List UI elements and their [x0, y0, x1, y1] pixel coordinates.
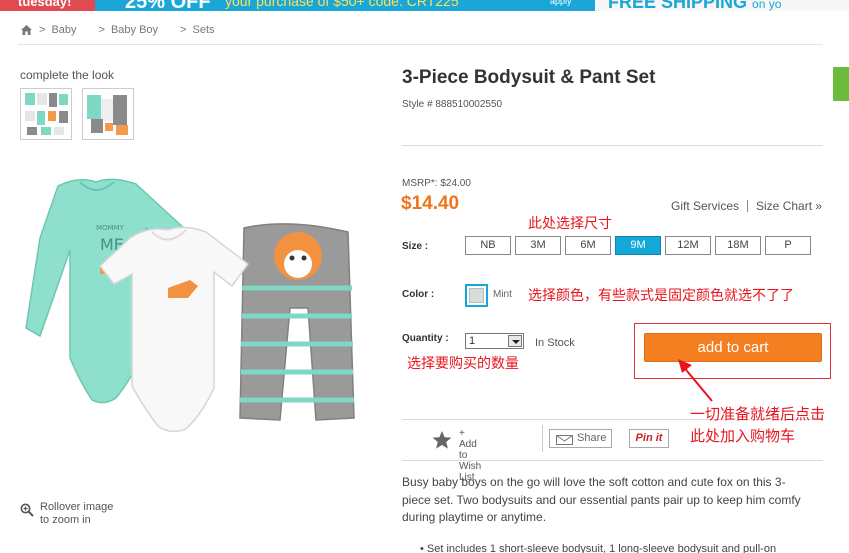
product-feature-bullet: • Set includes 1 short-sleeve bodysuit, …	[420, 543, 777, 553]
zoom-hint-text: Rollover image to zoom in	[40, 501, 113, 527]
divider	[542, 425, 543, 452]
size-selector: NB 3M 6M 9M 12M 18M P	[465, 236, 815, 255]
size-option-9m[interactable]: 9M	[615, 236, 661, 255]
pinterest-button[interactable]: Pin it	[629, 429, 669, 448]
size-label: Size :	[402, 241, 429, 252]
promo-offer-text: your purchase of $50+ code: CRT225	[225, 0, 459, 9]
look-thumbnail-1[interactable]	[20, 88, 72, 140]
breadcrumb-separator: >	[180, 24, 187, 36]
divider	[402, 145, 823, 146]
breadcrumb-sets[interactable]: Sets	[192, 24, 214, 36]
breadcrumb-separator: >	[39, 24, 46, 36]
home-icon[interactable]	[20, 24, 33, 36]
share-button[interactable]: Share	[549, 429, 612, 448]
product-description: Busy baby boys on the go will love the s…	[402, 475, 801, 524]
look-thumbnail-2[interactable]	[82, 88, 134, 140]
size-option-12m[interactable]: 12M	[665, 236, 711, 255]
complete-the-look-label: complete the look	[20, 68, 115, 82]
swatch-fill	[469, 288, 484, 303]
quantity-value: 1	[469, 335, 476, 347]
annotation-size: 此处选择尺寸	[528, 216, 612, 232]
promo-apply-link[interactable]: apply	[550, 0, 572, 6]
divider	[18, 44, 823, 45]
color-swatch-mint[interactable]	[465, 284, 488, 307]
gift-size-links: Gift Services Size Chart »	[671, 199, 822, 213]
free-shipping-suffix: on yo	[752, 0, 782, 11]
gift-services-link[interactable]: Gift Services	[671, 199, 739, 213]
style-number: Style # 888510002550	[402, 99, 503, 110]
zoom-hint-line1: Rollover image	[40, 501, 114, 513]
product-title: 3-Piece Bodysuit & Pant Set	[402, 67, 656, 88]
envelope-icon	[556, 434, 573, 445]
sale-price: $14.40	[401, 193, 460, 214]
share-label: Share	[577, 432, 607, 444]
size-option-nb[interactable]: NB	[465, 236, 511, 255]
color-label: Color :	[402, 289, 435, 300]
breadcrumb: > Baby > Baby Boy > Sets	[20, 22, 231, 38]
divider	[402, 460, 823, 461]
promo-day-badge: tuesday!	[0, 0, 95, 11]
breadcrumb-separator: >	[98, 24, 105, 36]
quantity-label: Quantity :	[402, 333, 449, 344]
link-separator	[747, 200, 749, 212]
promo-banner[interactable]: tuesday! 25% OFF your purchase of $50+ c…	[0, 0, 849, 11]
annotation-arrow-icon	[678, 359, 713, 402]
feedback-tab[interactable]	[833, 67, 849, 101]
promo-offer: 25% OFF your purchase of $50+ code: CRT2…	[95, 0, 595, 11]
promo-percent: 25% OFF	[125, 0, 211, 11]
color-name: Mint	[493, 289, 512, 300]
quantity-select[interactable]: 1	[465, 333, 524, 349]
chevron-down-icon[interactable]	[508, 335, 522, 347]
promo-free-shipping: FREE SHIPPING on yo	[608, 0, 781, 11]
svg-text:MOMMY: MOMMY	[96, 224, 125, 232]
size-option-p[interactable]: P	[765, 236, 811, 255]
free-shipping-text: FREE SHIPPING	[608, 0, 748, 11]
stock-status: In Stock	[535, 337, 575, 349]
zoom-hint-line2: to zoom in	[40, 514, 91, 526]
size-option-6m[interactable]: 6M	[565, 236, 611, 255]
zoom-icon	[20, 503, 34, 517]
wishlist-line1: + Add to	[459, 428, 477, 461]
breadcrumb-baby-boy[interactable]: Baby Boy	[111, 24, 158, 36]
breadcrumb-baby[interactable]: Baby	[51, 24, 76, 36]
star-icon	[431, 430, 453, 450]
size-option-18m[interactable]: 18M	[715, 236, 761, 255]
annotation-quantity: 选择要购买的数量	[407, 356, 519, 372]
msrp-price: MSRP*: $24.00	[402, 178, 471, 189]
product-image[interactable]: MOMMY ME	[18, 168, 373, 468]
promo-day-text: tuesday!	[18, 0, 72, 9]
size-option-3m[interactable]: 3M	[515, 236, 561, 255]
size-chart-link[interactable]: Size Chart »	[756, 199, 822, 213]
zoom-hint: Rollover image to zoom in	[20, 501, 113, 527]
annotation-color: 选择颜色，有些款式是固定颜色就选不了了	[528, 288, 794, 304]
